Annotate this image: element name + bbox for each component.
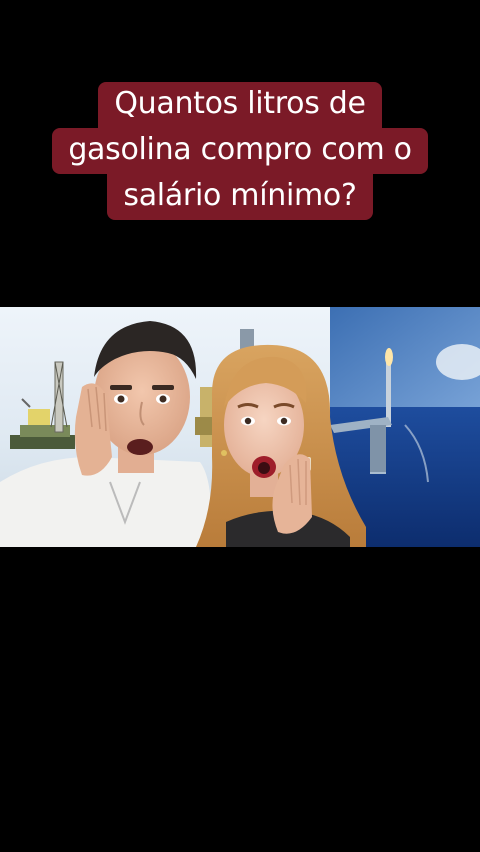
caption-line-3: salário mínimo? (107, 174, 373, 220)
caption-line-1: Quantos litros de (98, 82, 382, 128)
caption-line-2: gasolina compro com o (52, 128, 428, 174)
video-screen[interactable]: Quantos litros de gasolina compro com o … (0, 0, 480, 852)
scene-image (0, 307, 480, 547)
caption-overlay: Quantos litros de gasolina compro com o … (0, 82, 480, 220)
video-frame (0, 307, 480, 547)
